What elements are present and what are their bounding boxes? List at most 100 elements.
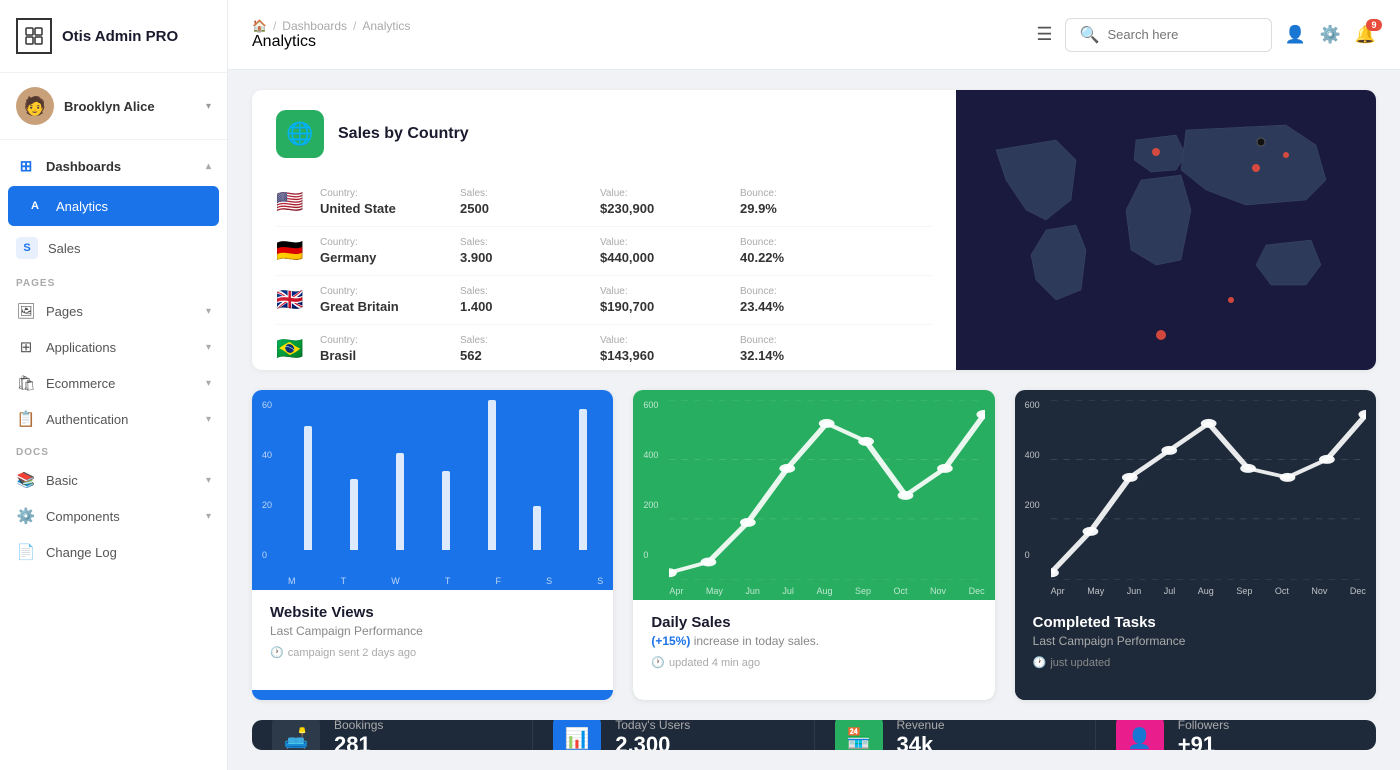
list-item: 🛋️ Bookings 281 bbox=[252, 720, 533, 750]
sales-country-title: Sales by Country bbox=[338, 125, 469, 143]
breadcrumb-sep1: / bbox=[273, 19, 276, 33]
country-flag: 🇧🇷 bbox=[276, 336, 306, 362]
stat-value: +91 bbox=[1178, 732, 1229, 750]
stat-data: Revenue 34k bbox=[897, 720, 945, 750]
bar bbox=[579, 409, 587, 550]
website-views-x-labels: MTWTFSS bbox=[288, 576, 603, 586]
topbar: 🏠 / Dashboards / Analytics Analytics ☰ 🔍… bbox=[228, 0, 1400, 70]
sales-value: 1.400 bbox=[460, 299, 560, 314]
bar-group bbox=[472, 400, 512, 550]
table-row: 🇺🇸 Country: United State Sales: 2500 Val… bbox=[276, 178, 932, 227]
bounce-col: Bounce: 29.9% bbox=[740, 188, 840, 216]
sales-table-section: 🌐 Sales by Country 🇺🇸 Country: United St… bbox=[252, 90, 956, 370]
page-content: 🌐 Sales by Country 🇺🇸 Country: United St… bbox=[228, 70, 1400, 770]
daily-sales-chart-area bbox=[669, 400, 984, 580]
website-views-title: Website Views bbox=[270, 604, 595, 621]
sidebar-user[interactable]: 🧑 Brooklyn Alice ▾ bbox=[0, 73, 227, 140]
clock-icon-wv: 🕐 bbox=[270, 646, 284, 659]
bar bbox=[396, 453, 404, 550]
settings-icon[interactable]: ⚙️ bbox=[1320, 25, 1341, 45]
value-col: Value: $440,000 bbox=[600, 237, 700, 265]
sales-value: 2500 bbox=[460, 201, 560, 216]
sidebar-item-applications[interactable]: ⊞ Applications ▾ bbox=[0, 329, 227, 365]
country-label: Country: bbox=[320, 286, 420, 297]
list-item: 🏪 Revenue 34k bbox=[815, 720, 1096, 750]
notification-badge: 9 bbox=[1366, 19, 1382, 31]
bounce-label: Bounce: bbox=[740, 286, 840, 297]
country-name: Great Britain bbox=[320, 299, 420, 314]
sales-value: 562 bbox=[460, 348, 560, 363]
dashboards-chevron-icon: ▴ bbox=[206, 161, 211, 172]
sidebar-item-components[interactable]: ⚙️ Components ▾ bbox=[0, 498, 227, 534]
bounce-value: 29.9% bbox=[740, 201, 840, 216]
user-name: Brooklyn Alice bbox=[64, 99, 196, 114]
sidebar-item-analytics[interactable]: A Analytics bbox=[8, 186, 219, 226]
country-col: Country: Germany bbox=[320, 237, 420, 265]
applications-chevron-icon: ▾ bbox=[206, 342, 211, 353]
world-map bbox=[956, 90, 1376, 370]
search-input[interactable] bbox=[1107, 27, 1257, 42]
stat-value: 34k bbox=[897, 732, 945, 750]
stat-label: Revenue bbox=[897, 720, 945, 732]
daily-sales-card: 600 400 200 0 AprMayJunJulAugSepOctNovDe… bbox=[633, 390, 994, 700]
country-flag: 🇬🇧 bbox=[276, 287, 306, 313]
country-label: Country: bbox=[320, 188, 420, 199]
sidebar-item-analytics-label: Analytics bbox=[56, 199, 108, 214]
app-name: Otis Admin PRO bbox=[62, 28, 178, 45]
stat-value: 2,300 bbox=[615, 732, 690, 750]
country-name: Germany bbox=[320, 250, 420, 265]
stat-label: Today's Users bbox=[615, 720, 690, 732]
sidebar-item-ecommerce[interactable]: 🛍 Ecommerce ▾ bbox=[0, 365, 227, 401]
bar-group bbox=[334, 400, 374, 550]
bounce-value: 23.44% bbox=[740, 299, 840, 314]
website-views-chart-top: 60 40 20 0 MTWTFSS bbox=[252, 390, 613, 590]
stats-row: 🛋️ Bookings 281 📊 Today's Users 2,300 🏪 … bbox=[252, 720, 1376, 750]
applications-icon: ⊞ bbox=[16, 338, 36, 356]
page-title: Analytics bbox=[252, 33, 316, 50]
country-table: 🇺🇸 Country: United State Sales: 2500 Val… bbox=[276, 178, 932, 370]
website-views-subtitle: Last Campaign Performance bbox=[270, 624, 595, 638]
daily-sales-highlight: (+15%) bbox=[651, 634, 690, 648]
line-chart-svg bbox=[669, 400, 984, 580]
country-flag: 🇺🇸 bbox=[276, 189, 306, 215]
pages-chevron-icon: ▾ bbox=[206, 306, 211, 317]
bounce-col: Bounce: 32.14% bbox=[740, 335, 840, 363]
sidebar-item-pages[interactable]: 🖼 Pages ▾ bbox=[0, 293, 227, 329]
value-label: Value: bbox=[600, 286, 700, 297]
daily-sales-y-labels: 600 400 200 0 bbox=[643, 400, 658, 560]
sidebar-item-ecommerce-label: Ecommerce bbox=[46, 376, 115, 391]
sidebar-item-changelog-label: Change Log bbox=[46, 545, 117, 560]
line-chart-svg bbox=[1051, 400, 1366, 580]
completed-tasks-time: 🕐 just updated bbox=[1033, 656, 1358, 669]
sales-label: Sales: bbox=[460, 188, 560, 199]
notifications-icon[interactable]: 🔔 9 bbox=[1355, 25, 1376, 45]
breadcrumb: 🏠 / Dashboards / Analytics bbox=[252, 19, 1024, 33]
bar-group bbox=[288, 400, 328, 550]
completed-tasks-subtitle: Last Campaign Performance bbox=[1033, 634, 1358, 648]
breadcrumb-sep2: / bbox=[353, 19, 356, 33]
menu-icon[interactable]: ☰ bbox=[1036, 24, 1052, 45]
bounce-label: Bounce: bbox=[740, 237, 840, 248]
sidebar-item-authentication-label: Authentication bbox=[46, 412, 128, 427]
daily-sales-chart-top: 600 400 200 0 AprMayJunJulAugSepOctNovDe… bbox=[633, 390, 994, 600]
sidebar-item-authentication[interactable]: 📋 Authentication ▾ bbox=[0, 401, 227, 437]
country-name: United State bbox=[320, 201, 420, 216]
sales-badge: S bbox=[16, 237, 38, 259]
daily-sales-subtitle: (+15%) increase in today sales. bbox=[651, 634, 976, 648]
sidebar-item-dashboards[interactable]: ⊞ Dashboards ▴ bbox=[0, 148, 227, 184]
user-icon[interactable]: 👤 bbox=[1284, 25, 1305, 45]
bounce-col: Bounce: 23.44% bbox=[740, 286, 840, 314]
pages-icon: 🖼 bbox=[16, 302, 36, 320]
table-row: 🇩🇪 Country: Germany Sales: 3.900 Value: … bbox=[276, 227, 932, 276]
stat-icon: 🏪 bbox=[835, 720, 883, 750]
value-label: Value: bbox=[600, 335, 700, 346]
analytics-badge: A bbox=[24, 195, 46, 217]
clock-icon-ct: 🕐 bbox=[1033, 656, 1047, 669]
sidebar-item-basic[interactable]: 📚 Basic ▾ bbox=[0, 462, 227, 498]
country-col: Country: United State bbox=[320, 188, 420, 216]
sidebar-item-changelog[interactable]: 📄 Change Log bbox=[0, 534, 227, 570]
sidebar-item-sales[interactable]: S Sales bbox=[0, 228, 227, 268]
docs-section-label: DOCS bbox=[0, 437, 227, 462]
map-section bbox=[956, 90, 1376, 370]
sidebar-item-sales-label: Sales bbox=[48, 241, 81, 256]
